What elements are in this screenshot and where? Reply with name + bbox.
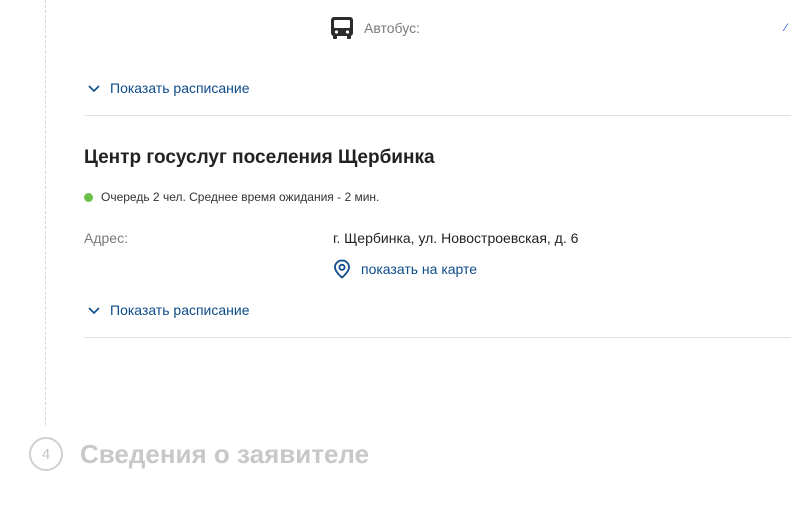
address-value: г. Щербинка, ул. Новостроевская, д. 6 [333, 230, 579, 246]
page: Автобус: ⁄ Показать расписание Центр гос… [0, 0, 791, 513]
step-4-header[interactable]: 4 Сведения о заявителе [29, 437, 369, 471]
bus-route-edge-glyph: ⁄ [785, 22, 787, 34]
show-schedule-label: Показать расписание [110, 80, 250, 96]
show-on-map-label: показать на карте [361, 261, 478, 277]
chevron-down-icon [88, 307, 100, 315]
service-center-title: Центр госуслуг поселения Щербинка [84, 147, 435, 168]
step-connector-line [45, 0, 46, 425]
bus-label: Автобус: [364, 20, 420, 36]
show-on-map-link[interactable]: показать на карте [333, 259, 477, 279]
queue-status-dot [84, 192, 93, 202]
chevron-down-icon [88, 85, 100, 93]
queue-status: Очередь 2 чел. Среднее время ожидания - … [84, 190, 379, 204]
section-divider [84, 337, 791, 338]
show-schedule-label: Показать расписание [110, 302, 250, 318]
show-schedule-toggle-1[interactable]: Показать расписание [86, 77, 250, 99]
map-pin-icon [334, 259, 350, 279]
show-schedule-toggle-2[interactable]: Показать расписание [86, 299, 250, 321]
address-label: Адрес: [84, 230, 128, 246]
section-divider [84, 115, 791, 116]
bus-icon [331, 17, 353, 39]
transport-bus-row: Автобус: [330, 14, 420, 42]
step-title: Сведения о заявителе [80, 438, 370, 469]
step-number-badge: 4 [29, 437, 63, 471]
queue-status-text: Очередь 2 чел. Среднее время ожидания - … [101, 190, 380, 204]
